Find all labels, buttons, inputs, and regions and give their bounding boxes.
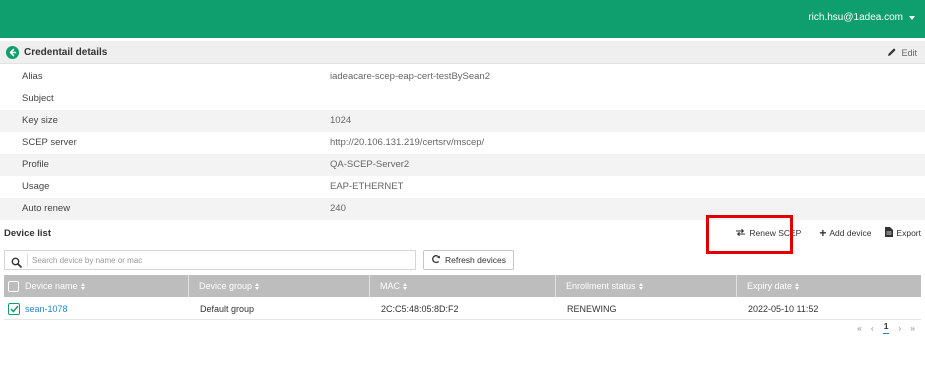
cell-mac: 2C:C5:48:05:8D:F2 <box>381 304 459 314</box>
detail-row-alias: Alias iadeacare-scep-eap-cert-testBySean… <box>0 66 925 88</box>
detail-row-key-size: Key size 1024 <box>0 110 925 132</box>
cell-device-name: sean-1078 <box>4 298 189 320</box>
column-device-group[interactable]: Device group <box>189 275 370 297</box>
user-email[interactable]: rich.hsu@1adea.com <box>808 12 903 23</box>
detail-row-profile: Profile QA-SCEP-Server2 <box>0 154 925 176</box>
prev-page-button[interactable]: ‹ <box>871 323 874 333</box>
pagination: « ‹ 1 › » <box>857 321 915 334</box>
last-page-button[interactable]: » <box>910 323 915 333</box>
file-icon <box>885 227 894 239</box>
sort-icon[interactable] <box>80 282 85 290</box>
detail-label: Profile <box>22 159 49 170</box>
check-icon <box>9 305 19 313</box>
column-label: Device group <box>199 281 253 291</box>
detail-value: 1024 <box>330 115 352 126</box>
edit-button[interactable]: Edit <box>887 47 917 59</box>
column-label: Device name <box>25 281 78 291</box>
row-checkbox[interactable] <box>8 303 20 315</box>
detail-value: QA-SCEP-Server2 <box>330 159 410 170</box>
sort-icon[interactable] <box>403 282 407 290</box>
cell-enrollment-status: RENEWING <box>567 304 617 314</box>
page-title: Credentail details <box>24 47 108 58</box>
device-name-link[interactable]: sean-1078 <box>25 304 68 314</box>
details-header: Credentail details Edit <box>0 41 925 64</box>
sort-icon[interactable] <box>795 282 800 290</box>
device-search-input[interactable] <box>32 253 412 267</box>
detail-row-scep-server: SCEP server http://20.106.131.219/certsr… <box>0 132 925 154</box>
plus-icon: + <box>819 226 827 240</box>
next-page-button[interactable]: › <box>898 323 901 333</box>
export-label: Export <box>896 228 921 238</box>
detail-value: iadeacare-scep-eap-cert-testBySean2 <box>330 71 491 82</box>
search-divider <box>27 254 28 266</box>
cell-device-group: Default group <box>200 304 255 314</box>
refresh-icon <box>431 254 441 266</box>
device-list-title: Device list <box>4 228 51 239</box>
sort-icon[interactable] <box>255 282 260 290</box>
search-icon <box>11 255 22 273</box>
refresh-devices-button[interactable]: Refresh devices <box>423 250 514 270</box>
column-mac[interactable]: MAC <box>370 275 556 297</box>
column-label: Expiry date <box>747 281 793 291</box>
first-page-button[interactable]: « <box>857 323 862 333</box>
refresh-devices-label: Refresh devices <box>445 255 506 265</box>
edit-label: Edit <box>901 48 917 58</box>
column-label: Enrollment status <box>566 281 636 291</box>
detail-value: 240 <box>330 203 346 214</box>
detail-label: Alias <box>22 71 43 82</box>
chevron-down-icon[interactable] <box>909 15 915 20</box>
export-button[interactable]: Export <box>885 224 921 242</box>
detail-value: EAP-ETHERNET <box>330 181 404 192</box>
detail-label: Subject <box>22 93 54 104</box>
detail-value: http://20.106.131.219/certsrv/mscep/ <box>330 137 485 148</box>
detail-row-subject: Subject <box>0 88 925 110</box>
table-row[interactable]: sean-1078 Default group 2C:C5:48:05:8D:F… <box>4 298 921 320</box>
device-search-box[interactable] <box>4 250 416 270</box>
renew-scep-highlight <box>706 215 793 254</box>
column-device-name[interactable]: Device name <box>4 275 189 297</box>
user-menu[interactable]: rich.hsu@1adea.com <box>808 12 915 23</box>
detail-label: SCEP server <box>22 137 77 148</box>
pencil-icon <box>887 47 897 59</box>
select-all-checkbox[interactable] <box>8 280 19 292</box>
column-expiry-date[interactable]: Expiry date <box>737 275 921 297</box>
back-arrow-icon[interactable] <box>6 46 19 59</box>
detail-label: Usage <box>22 181 50 192</box>
cell-expiry-date: 2022-05-10 11:52 <box>748 304 819 314</box>
column-label: MAC <box>380 281 400 291</box>
current-page[interactable]: 1 <box>882 321 890 334</box>
sort-icon[interactable] <box>638 282 643 290</box>
table-header: Device name Device group MAC Enrollment … <box>4 275 921 297</box>
column-enrollment-status[interactable]: Enrollment status <box>556 275 737 297</box>
detail-label: Key size <box>22 115 58 126</box>
add-device-label: Add device <box>829 228 872 238</box>
add-device-button[interactable]: + Add device <box>819 224 871 242</box>
detail-label: Auto renew <box>22 203 71 214</box>
detail-row-usage: Usage EAP-ETHERNET <box>0 176 925 198</box>
top-bar: rich.hsu@1adea.com <box>0 0 925 38</box>
